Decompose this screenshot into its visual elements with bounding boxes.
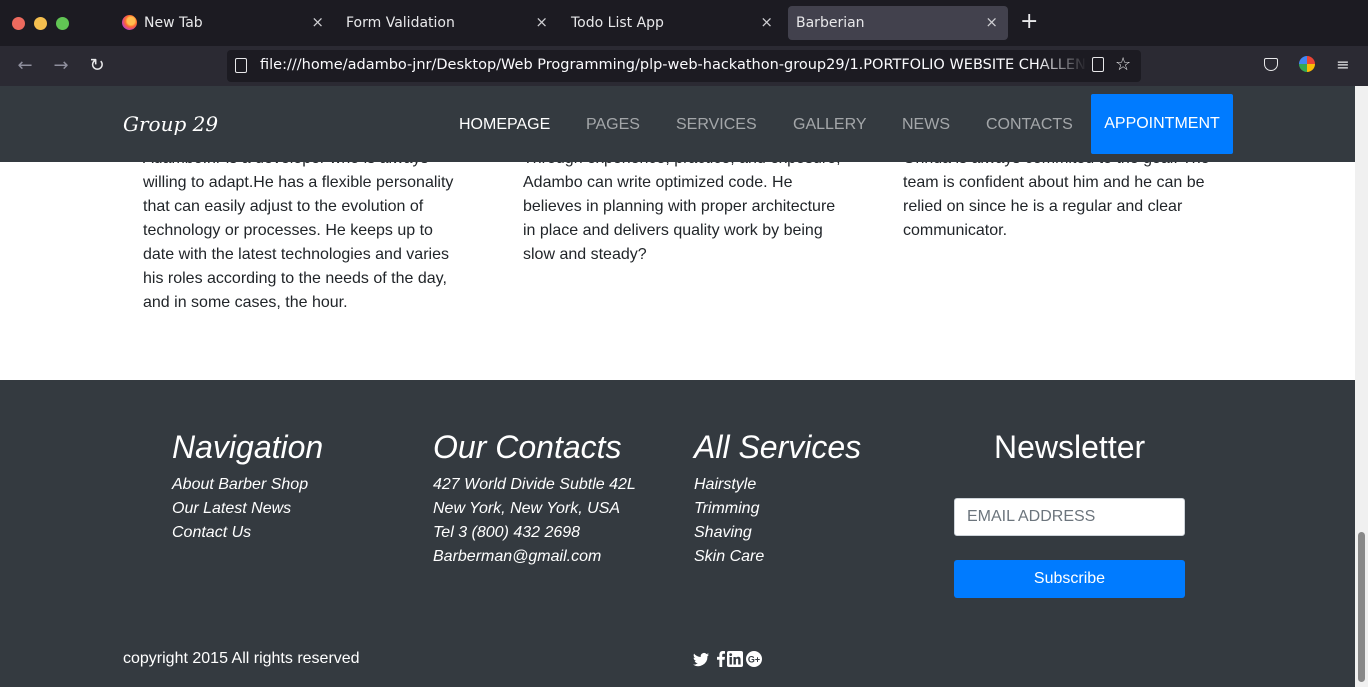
scrollbar-thumb[interactable] xyxy=(1358,532,1365,682)
site-header: Group 29 HOMEPAGE PAGES SERVICES GALLERY… xyxy=(0,86,1355,162)
tab-close-icon[interactable]: × xyxy=(985,13,998,31)
window-close-button[interactable] xyxy=(12,17,25,30)
hamburger-menu-icon[interactable]: ≡ xyxy=(1333,55,1353,75)
bookmark-star-icon[interactable]: ☆ xyxy=(1115,54,1131,75)
tab-barberian[interactable]: Barberian × xyxy=(788,6,1008,40)
pocket-icon[interactable] xyxy=(1264,58,1278,71)
tab-new-tab[interactable]: New Tab × xyxy=(114,6,334,40)
back-icon[interactable]: ← xyxy=(14,55,36,77)
tab-title: Form Validation xyxy=(346,15,455,31)
footer-heading: All Services xyxy=(694,429,862,465)
copyright-text: copyright 2015 All rights reserved xyxy=(123,650,360,667)
footer-link[interactable]: Contact Us xyxy=(172,521,323,545)
nav-gallery[interactable]: GALLERY xyxy=(793,116,867,134)
tab-title: New Tab xyxy=(144,15,203,31)
site-brand[interactable]: Group 29 xyxy=(123,112,218,136)
service-item: Shaving xyxy=(694,524,752,541)
url-fade xyxy=(1037,52,1087,80)
footer-link[interactable]: Our Latest News xyxy=(172,497,323,521)
newsletter-heading: Newsletter xyxy=(994,429,1146,465)
linkedin-icon[interactable] xyxy=(727,651,743,667)
twitter-icon[interactable] xyxy=(693,651,709,667)
extension-icon[interactable] xyxy=(1299,56,1315,72)
contact-address: 427 World Divide Subtle 42L xyxy=(433,476,636,493)
footer-services: All Services Hairstyle Trimming Shaving … xyxy=(694,429,861,569)
browser-tab-bar: New Tab × Form Validation × Todo List Ap… xyxy=(0,0,1368,46)
bio-text-2: Through experience, practice, and exposu… xyxy=(523,150,841,263)
tab-close-icon[interactable]: × xyxy=(760,13,773,31)
bio-text-1: Adambo.nr is a developer who is always w… xyxy=(143,150,454,311)
new-tab-button[interactable]: + xyxy=(1020,10,1038,34)
firefox-icon xyxy=(122,15,137,30)
footer-navigation: Navigation About Barber Shop Our Latest … xyxy=(172,429,323,545)
tab-title: Todo List App xyxy=(571,15,664,31)
page-icon xyxy=(235,58,247,73)
nav-pages[interactable]: PAGES xyxy=(586,116,640,134)
subscribe-button[interactable]: Subscribe xyxy=(954,560,1185,598)
address-bar[interactable]: file:///home/adambo-jnr/Desktop/Web Prog… xyxy=(227,50,1141,82)
web-page: Adambo.nr is a developer who is always w… xyxy=(0,86,1355,687)
reload-icon[interactable]: ↻ xyxy=(86,55,108,77)
footer-heading: Navigation xyxy=(172,429,324,465)
window-minimize-button[interactable] xyxy=(34,17,47,30)
tab-close-icon[interactable]: × xyxy=(535,13,548,31)
appointment-button[interactable]: APPOINTMENT xyxy=(1091,94,1233,154)
footer-contacts: Our Contacts 427 World Divide Subtle 42L… xyxy=(433,429,636,569)
page-scrollbar[interactable] xyxy=(1355,86,1368,687)
window-maximize-button[interactable] xyxy=(56,17,69,30)
newsletter-email-input[interactable] xyxy=(954,498,1185,536)
svg-text:G+: G+ xyxy=(748,655,760,665)
nav-news[interactable]: NEWS xyxy=(902,116,950,134)
tab-form-validation[interactable]: Form Validation × xyxy=(338,6,558,40)
footer-link[interactable]: About Barber Shop xyxy=(172,473,323,497)
google-plus-icon[interactable]: G+ xyxy=(746,651,762,667)
service-item: Trimming xyxy=(694,500,760,517)
nav-homepage[interactable]: HOMEPAGE xyxy=(459,116,550,134)
contact-email[interactable]: Barberman@gmail.com xyxy=(433,545,636,569)
tab-todo-list-app[interactable]: Todo List App × xyxy=(563,6,783,40)
service-item: Skin Care xyxy=(694,548,765,565)
contact-phone: Tel 3 (800) 432 2698 xyxy=(433,524,581,541)
footer-heading: Our Contacts xyxy=(433,429,622,465)
browser-toolbar: ← → ↻ file:///home/adambo-jnr/Desktop/We… xyxy=(0,46,1368,86)
site-footer: Navigation About Barber Shop Our Latest … xyxy=(0,380,1355,687)
reader-view-icon[interactable] xyxy=(1092,57,1104,72)
nav-services[interactable]: SERVICES xyxy=(676,116,757,134)
tab-title: Barberian xyxy=(796,15,865,31)
nav-contacts[interactable]: CONTACTS xyxy=(986,116,1073,134)
forward-icon[interactable]: → xyxy=(50,55,72,77)
tab-close-icon[interactable]: × xyxy=(311,13,324,31)
contact-city: New York, New York, USA xyxy=(433,500,621,517)
url-text[interactable]: file:///home/adambo-jnr/Desktop/Web Prog… xyxy=(260,57,1086,73)
service-item: Hairstyle xyxy=(694,476,757,493)
